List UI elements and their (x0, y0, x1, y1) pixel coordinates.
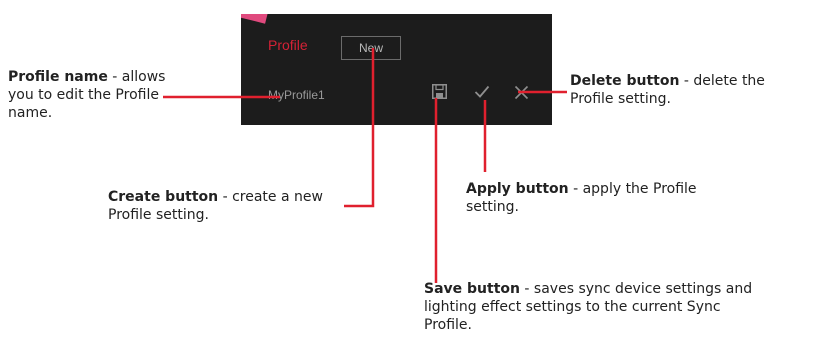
callout-apply-title: Apply button (466, 181, 569, 197)
callout-create-title: Create button (108, 189, 219, 205)
leader-create (344, 48, 375, 208)
callout-profile-name-title: Profile name (8, 69, 108, 85)
callout-apply: Apply button - apply the Profile setting… (466, 180, 726, 216)
callout-create: Create button - create a new Profile set… (108, 188, 348, 224)
callout-profile-name: Profile name - allows you to edit the Pr… (8, 68, 178, 122)
callout-save-title: Save button (424, 281, 520, 297)
callout-delete-title: Delete button (570, 73, 680, 89)
callout-delete: Delete button - delete the Profile setti… (570, 72, 810, 108)
callout-save: Save button - saves sync device settings… (424, 280, 754, 334)
